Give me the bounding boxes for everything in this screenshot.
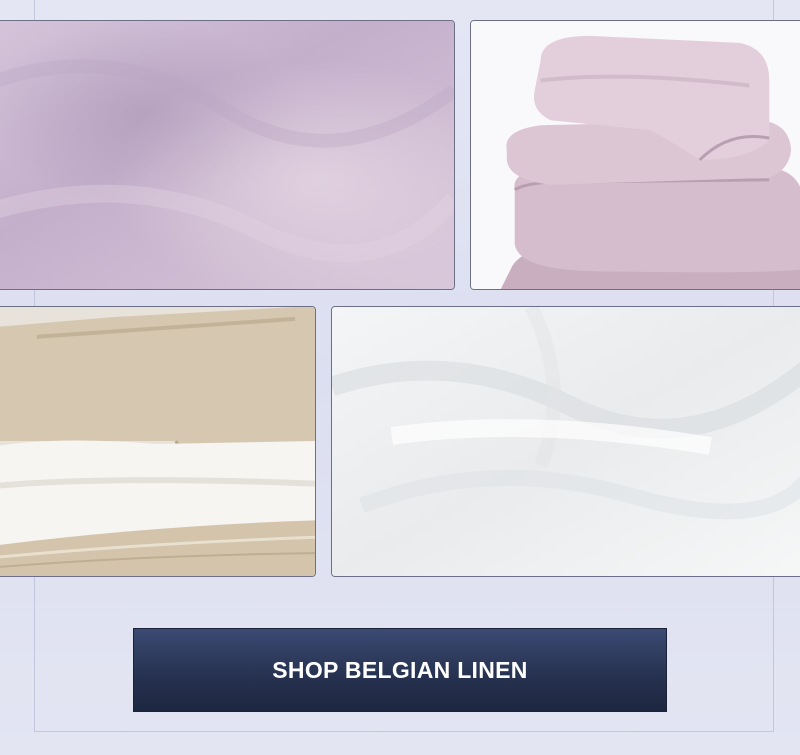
natural-white-linen-stack-graphic bbox=[0, 307, 315, 576]
white-linen-fabric-graphic bbox=[332, 307, 800, 576]
lilac-linen-fabric-graphic bbox=[0, 21, 454, 289]
lilac-folded-duvet-image bbox=[470, 20, 800, 290]
shop-belgian-linen-button[interactable]: SHOP BELGIAN LINEN bbox=[133, 628, 667, 712]
lilac-linen-fabric-image bbox=[0, 20, 455, 290]
lilac-folded-duvet-graphic bbox=[471, 21, 800, 289]
shop-belgian-linen-label: SHOP BELGIAN LINEN bbox=[272, 656, 528, 683]
white-linen-fabric-image bbox=[331, 306, 800, 577]
page: SHOP BELGIAN LINEN bbox=[0, 0, 800, 755]
natural-white-linen-stack-image bbox=[0, 306, 316, 577]
